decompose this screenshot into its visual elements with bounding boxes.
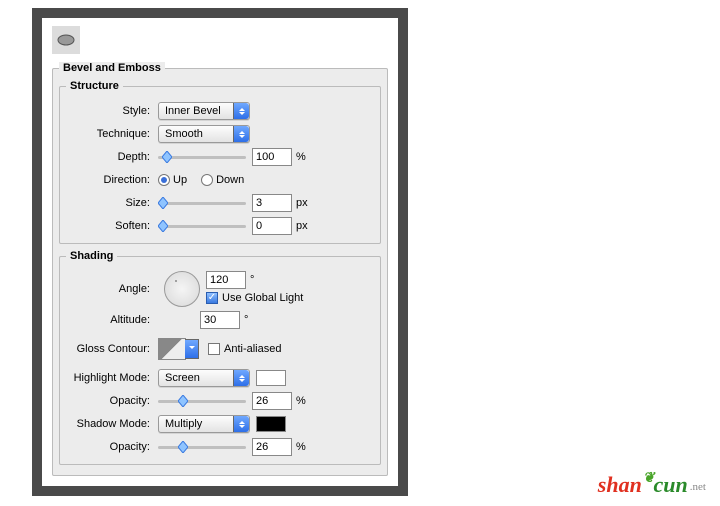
- soften-input[interactable]: 0: [252, 217, 292, 235]
- altitude-input[interactable]: 30: [200, 311, 240, 329]
- dialog-page: Bevel and Emboss Structure Style: Inner …: [42, 18, 398, 486]
- chevron-down-icon: [185, 339, 199, 359]
- direction-up-label: Up: [173, 174, 187, 186]
- direction-up-radio[interactable]: [158, 174, 170, 186]
- use-global-light-checkbox[interactable]: [206, 292, 218, 304]
- technique-select[interactable]: Smooth: [158, 125, 250, 143]
- shading-legend: Shading: [66, 250, 117, 262]
- altitude-label: Altitude:: [66, 314, 158, 326]
- highlight-color-swatch[interactable]: [256, 370, 286, 386]
- size-slider[interactable]: [158, 196, 246, 210]
- screenshot-frame: Bevel and Emboss Structure Style: Inner …: [32, 8, 408, 496]
- shading-group: Shading Angle: 120 ° Use Global L: [59, 250, 381, 465]
- soften-slider[interactable]: [158, 219, 246, 233]
- shadow-mode-label: Shadow Mode:: [66, 418, 158, 430]
- highlight-opacity-unit: %: [296, 395, 306, 407]
- bevel-emboss-group: Bevel and Emboss Structure Style: Inner …: [52, 62, 388, 476]
- technique-label: Technique:: [66, 128, 158, 140]
- highlight-opacity-slider[interactable]: [158, 394, 246, 408]
- size-input[interactable]: 3: [252, 194, 292, 212]
- soften-unit: px: [296, 220, 308, 232]
- structure-legend: Structure: [66, 80, 123, 92]
- size-label: Size:: [66, 197, 158, 209]
- shadow-opacity-input[interactable]: 26: [252, 438, 292, 456]
- angle-input[interactable]: 120: [206, 271, 246, 289]
- chevron-updown-icon: [233, 370, 249, 386]
- shadow-opacity-slider[interactable]: [158, 440, 246, 454]
- highlight-opacity-input[interactable]: 26: [252, 392, 292, 410]
- angle-unit: °: [250, 274, 254, 286]
- soften-label: Soften:: [66, 220, 158, 232]
- chevron-updown-icon: [233, 416, 249, 432]
- antialiased-label: Anti-aliased: [224, 343, 281, 355]
- use-global-light-label: Use Global Light: [222, 292, 303, 304]
- shadow-color-swatch[interactable]: [256, 416, 286, 432]
- depth-label: Depth:: [66, 151, 158, 163]
- direction-down-radio[interactable]: [201, 174, 213, 186]
- angle-label: Angle:: [66, 283, 158, 295]
- chevron-updown-icon: [233, 103, 249, 119]
- size-unit: px: [296, 197, 308, 209]
- structure-group: Structure Style: Inner Bevel Technique: …: [59, 80, 381, 244]
- shadow-mode-select[interactable]: Multiply: [158, 415, 250, 433]
- style-label: Style:: [66, 105, 158, 117]
- ellipse-tool-icon: [52, 26, 80, 54]
- highlight-mode-value: Screen: [165, 372, 200, 384]
- depth-unit: %: [296, 151, 306, 163]
- depth-input[interactable]: 100: [252, 148, 292, 166]
- watermark: shan❦cun.net: [598, 472, 706, 498]
- shadow-opacity-unit: %: [296, 441, 306, 453]
- shadow-opacity-label: Opacity:: [66, 441, 158, 453]
- leaf-icon: ❦: [643, 471, 655, 486]
- depth-slider[interactable]: [158, 150, 246, 164]
- gloss-contour-label: Gloss Contour:: [66, 343, 158, 355]
- direction-label: Direction:: [66, 174, 158, 186]
- technique-value: Smooth: [165, 128, 203, 140]
- chevron-updown-icon: [233, 126, 249, 142]
- altitude-unit: °: [244, 314, 248, 326]
- shadow-mode-value: Multiply: [165, 418, 202, 430]
- direction-down-label: Down: [216, 174, 244, 186]
- angle-dial[interactable]: [164, 271, 200, 307]
- highlight-mode-label: Highlight Mode:: [66, 372, 158, 384]
- highlight-opacity-label: Opacity:: [66, 395, 158, 407]
- gloss-contour-picker[interactable]: [158, 338, 186, 360]
- style-select[interactable]: Inner Bevel: [158, 102, 250, 120]
- bevel-emboss-title: Bevel and Emboss: [59, 62, 165, 74]
- style-value: Inner Bevel: [165, 105, 221, 117]
- highlight-mode-select[interactable]: Screen: [158, 369, 250, 387]
- antialiased-checkbox[interactable]: [208, 343, 220, 355]
